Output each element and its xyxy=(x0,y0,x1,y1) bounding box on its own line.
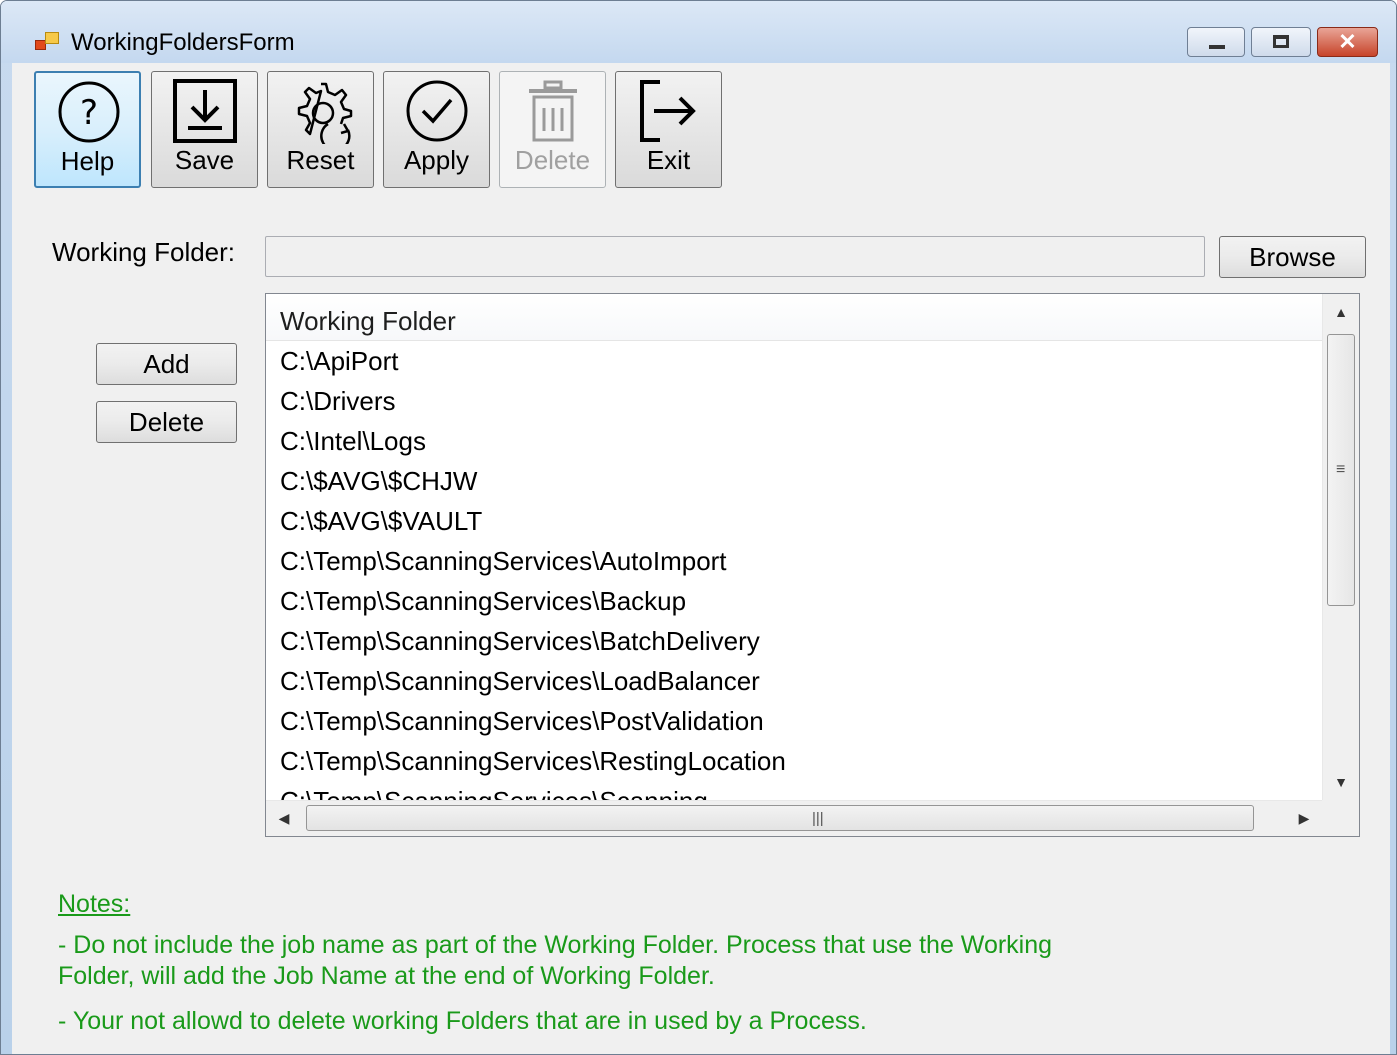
list-item[interactable]: C:\Temp\ScanningServices\BatchDelivery xyxy=(266,621,1322,661)
browse-button[interactable]: Browse xyxy=(1219,236,1366,278)
list-item[interactable]: C:\Temp\ScanningServices\PostValidation xyxy=(266,701,1322,741)
scroll-left-arrow-icon[interactable]: ◀ xyxy=(266,801,302,836)
vertical-scroll-thumb[interactable]: ≡ xyxy=(1327,334,1355,606)
add-button[interactable]: Add xyxy=(96,343,237,385)
horizontal-scrollbar[interactable]: ◀ ||| ▶ xyxy=(266,800,1322,836)
scroll-up-arrow-icon[interactable]: ▲ xyxy=(1323,294,1359,330)
exit-icon xyxy=(640,80,696,142)
maximize-icon xyxy=(1273,35,1289,48)
horizontal-scroll-thumb[interactable]: ||| xyxy=(306,805,1254,831)
maximize-button[interactable] xyxy=(1251,27,1311,57)
vertical-scrollbar[interactable]: ▲ ≡ ▼ xyxy=(1322,294,1359,800)
exit-button[interactable]: Exit xyxy=(615,71,722,188)
grip-icon: ||| xyxy=(812,810,824,827)
list-item[interactable]: C:\Intel\Logs xyxy=(266,421,1322,461)
gear-reset-icon xyxy=(297,82,353,144)
apply-button[interactable]: Apply xyxy=(383,71,490,188)
working-folder-input[interactable] xyxy=(265,236,1205,277)
minimize-icon xyxy=(1209,45,1225,49)
list-item[interactable]: C:\Temp\ScanningServices\Scanning xyxy=(266,781,1322,800)
download-icon xyxy=(173,79,237,143)
toolbar-delete-label: Delete xyxy=(514,145,591,175)
note-delete-restriction: - Your not allowd to delete working Fold… xyxy=(58,1007,867,1035)
reset-label: Reset xyxy=(286,145,355,175)
list-item[interactable]: C:\Temp\ScanningServices\AutoImport xyxy=(266,541,1322,581)
minimize-button[interactable] xyxy=(1187,27,1245,57)
list-item[interactable]: C:\ApiPort xyxy=(266,341,1322,381)
trash-icon xyxy=(529,80,577,142)
working-folder-label: Working Folder: xyxy=(52,237,236,267)
scroll-down-arrow-icon[interactable]: ▼ xyxy=(1323,764,1359,800)
list-item[interactable]: C:\$AVG\$CHJW xyxy=(266,461,1322,501)
toolbar-delete-button[interactable]: Delete xyxy=(499,71,606,188)
scroll-right-arrow-icon[interactable]: ▶ xyxy=(1286,801,1322,836)
form-client-area: ? Help Save Reset Apply Delete Exit Work… xyxy=(12,63,1390,1054)
window-frame-left xyxy=(1,1,12,1054)
list-item[interactable]: C:\Temp\ScanningServices\Backup xyxy=(266,581,1322,621)
check-circle-icon xyxy=(406,80,468,142)
help-icon: ? xyxy=(58,81,120,143)
close-button[interactable]: ✕ xyxy=(1317,27,1378,57)
list-item[interactable]: C:\$AVG\$VAULT xyxy=(266,501,1322,541)
column-header-label: Working Folder xyxy=(280,306,456,336)
save-label: Save xyxy=(174,145,235,175)
help-button[interactable]: ? Help xyxy=(34,71,141,188)
close-icon: ✕ xyxy=(1338,29,1357,54)
working-folder-list[interactable]: Working Folder C:\ApiPort C:\Drivers C:\… xyxy=(265,293,1360,837)
save-button[interactable]: Save xyxy=(151,71,258,188)
scrollbar-corner xyxy=(1322,800,1359,836)
title-bar[interactable]: WorkingFoldersForm ✕ xyxy=(1,1,1396,63)
help-label: Help xyxy=(60,146,115,176)
svg-text:?: ? xyxy=(80,93,98,133)
list-item[interactable]: C:\Drivers xyxy=(266,381,1322,421)
apply-label: Apply xyxy=(403,145,470,175)
notes-title: Notes: xyxy=(58,890,131,918)
list-rows: C:\ApiPort C:\Drivers C:\Intel\Logs C:\$… xyxy=(266,341,1322,800)
grip-icon: ≡ xyxy=(1336,461,1346,478)
working-folders-window: WorkingFoldersForm ✕ ? Help Save Reset A… xyxy=(0,0,1397,1055)
note-job-name-continued: Folder, will add the Job Name at the end… xyxy=(58,962,715,990)
reset-button[interactable]: Reset xyxy=(267,71,374,188)
app-icon xyxy=(35,32,59,52)
window-frame-right xyxy=(1390,1,1396,1054)
note-job-name: - Do not include the job name as part of… xyxy=(58,931,1053,959)
list-item[interactable]: C:\Temp\ScanningServices\LoadBalancer xyxy=(266,661,1322,701)
list-item[interactable]: C:\Temp\ScanningServices\RestingLocation xyxy=(266,741,1322,781)
exit-label: Exit xyxy=(646,145,691,175)
window-title: WorkingFoldersForm xyxy=(71,29,295,56)
delete-button[interactable]: Delete xyxy=(96,401,237,443)
column-header-working-folder[interactable]: Working Folder xyxy=(266,294,1322,341)
